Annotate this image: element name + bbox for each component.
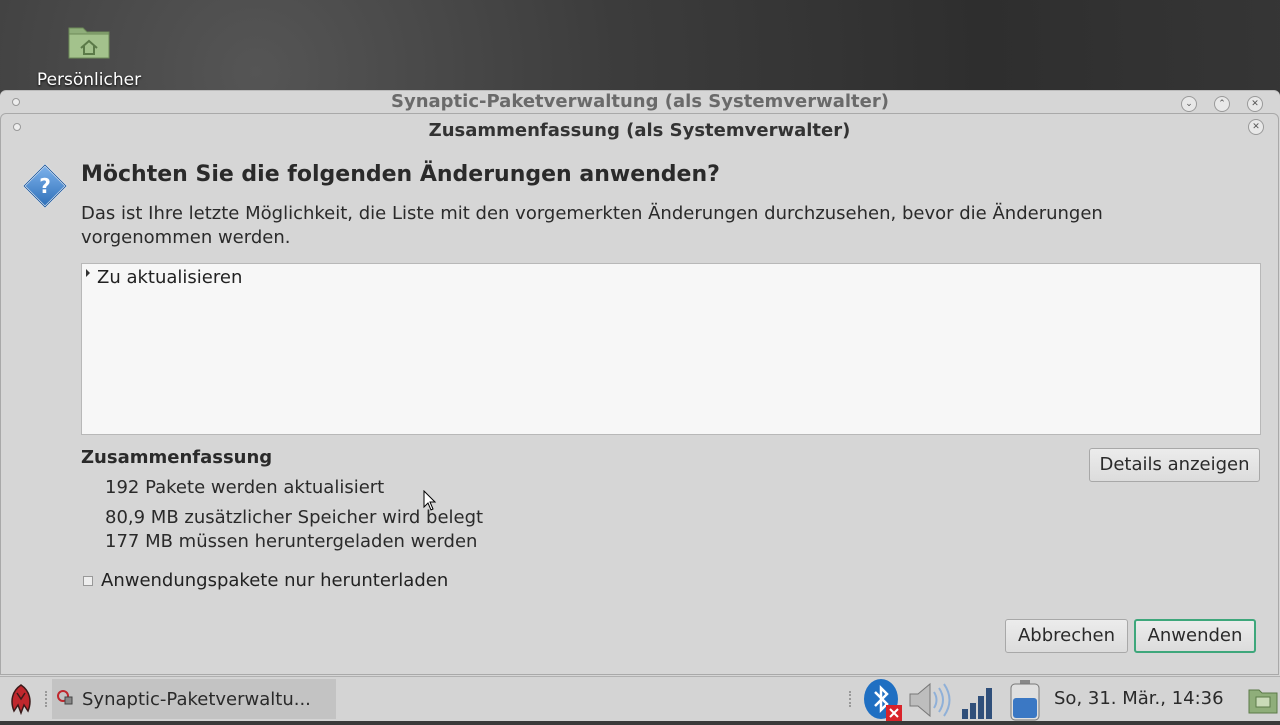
dialog-headline: Möchten Sie die folgenden Änderungen anw… — [81, 162, 720, 187]
app-menu-icon[interactable] — [6, 683, 36, 719]
download-only-checkbox[interactable] — [83, 575, 93, 586]
synaptic-icon — [56, 688, 74, 711]
battery-icon[interactable] — [1008, 679, 1042, 725]
home-folder-icon — [67, 22, 111, 60]
summary-line-upgrade-count: 192 Pakete werden aktualisiert — [105, 477, 385, 498]
cancel-button[interactable]: Abbrechen — [1005, 619, 1128, 653]
mouse-cursor-icon — [423, 489, 437, 516]
dialog-description: Das ist Ihre letzte Möglichkeit, die Lis… — [81, 203, 1103, 248]
network-signal-icon[interactable] — [960, 679, 998, 725]
main-window-title: Synaptic-Paketverwaltung (als Systemverw… — [391, 91, 889, 112]
expander-icon[interactable] — [86, 268, 90, 277]
taskbar: Synaptic-Paketverwaltu... So, 31. Mär., … — [0, 676, 1280, 721]
clock[interactable]: So, 31. Mär., 14:36 — [1054, 688, 1224, 709]
download-only-label: Anwendungspakete nur herunterladen — [101, 570, 449, 591]
close-icon[interactable]: ✕ — [1247, 96, 1263, 112]
summary-heading: Zusammenfassung — [81, 447, 273, 468]
dialog-title: Zusammenfassung (als Systemverwalter) — [428, 120, 851, 141]
dialog-close-icon[interactable]: ✕ — [1248, 119, 1264, 135]
bluetooth-icon[interactable] — [862, 679, 904, 725]
minimize-icon[interactable]: ⌄ — [1181, 96, 1197, 112]
panel-handle[interactable] — [45, 691, 50, 707]
apply-button[interactable]: Anwenden — [1134, 619, 1256, 653]
taskbar-item-label: Synaptic-Paketverwaltu... — [82, 688, 311, 710]
details-button[interactable]: Details anzeigen — [1089, 448, 1260, 482]
window-menu-dot[interactable] — [12, 98, 20, 106]
volume-icon[interactable] — [906, 679, 956, 725]
question-icon: ? — [22, 163, 68, 212]
desktop-icon-label: Persönlicher — [36, 70, 142, 90]
panel-handle[interactable] — [849, 691, 854, 707]
taskbar-item-synaptic[interactable]: Synaptic-Paketverwaltu... — [52, 679, 336, 719]
svg-text:?: ? — [39, 174, 51, 198]
maximize-icon[interactable]: ⌃ — [1214, 96, 1230, 112]
changes-tree[interactable]: Zu aktualisieren — [81, 263, 1261, 435]
summary-dialog: Zusammenfassung (als Systemverwalter) ✕ … — [0, 113, 1279, 675]
tree-item-upgrade[interactable]: Zu aktualisieren — [86, 267, 242, 288]
desktop-icon-home[interactable]: Persönlicher — [30, 22, 148, 90]
download-only-option[interactable]: Anwendungspakete nur herunterladen — [83, 570, 448, 591]
summary-line-download-size: 177 MB müssen heruntergeladen werden — [105, 531, 478, 552]
tree-item-label: Zu aktualisieren — [97, 267, 243, 288]
show-desktop-icon[interactable] — [1248, 685, 1278, 719]
